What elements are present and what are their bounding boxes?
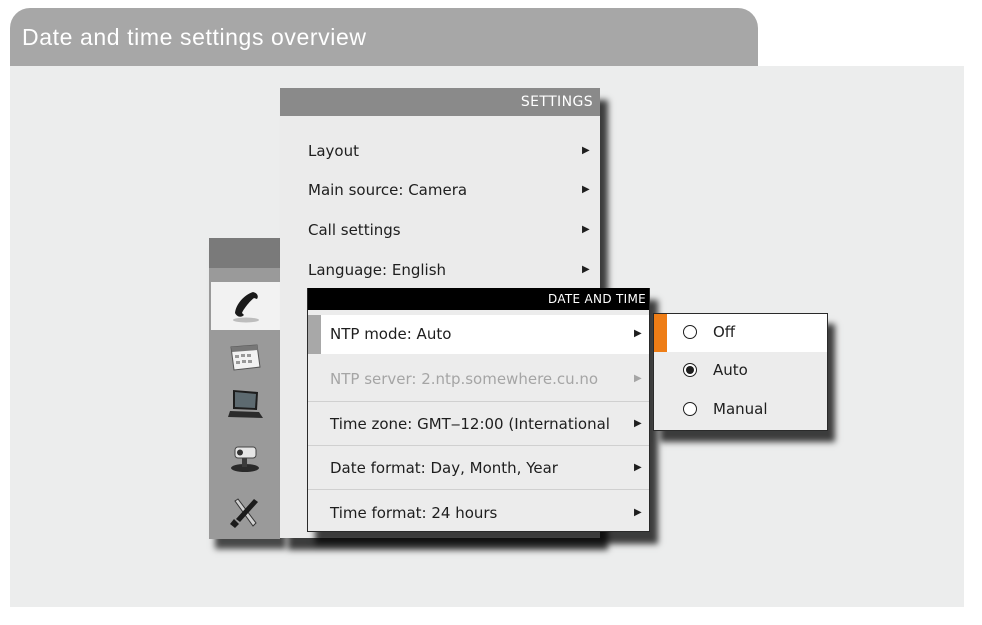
chevron-right-icon: ▶ [634, 328, 642, 339]
menu-item-layout[interactable]: Layout ▶ [280, 133, 600, 171]
menu-item-label: Layout [308, 142, 359, 160]
divider [308, 445, 649, 446]
icon-bar-header [209, 238, 280, 268]
calendar-icon [229, 344, 261, 371]
page-title: Date and time settings overview [22, 24, 367, 50]
option-off[interactable]: Off [654, 314, 827, 352]
focus-indicator [654, 314, 667, 352]
option-auto[interactable]: Auto [654, 352, 827, 390]
option-manual[interactable]: Manual [654, 391, 827, 429]
video-camera-icon [230, 446, 259, 472]
call-tab[interactable] [211, 282, 280, 330]
menu-item-label: Language: English [308, 261, 447, 279]
option-label: Off [713, 323, 736, 341]
chevron-right-icon: ▶ [634, 507, 642, 518]
divider [308, 489, 649, 490]
radio-button-off[interactable] [683, 325, 697, 339]
chevron-right-icon: ▶ [634, 462, 642, 473]
ntp-mode-options: Off Auto Manual [653, 313, 828, 431]
menu-item-label: Time format: 24 hours [330, 504, 498, 522]
menu-item-label: Time zone: GMT‒12:00 (International [330, 415, 610, 433]
settings-tab[interactable] [209, 489, 280, 537]
menu-item-ntp-server: NTP server: 2.ntp.somewhere.cu.no ▶ [308, 360, 649, 399]
menu-item-call-settings[interactable]: Call settings ▶ [280, 212, 600, 250]
chevron-right-icon: ▶ [582, 184, 590, 195]
phone-handset-icon [232, 292, 259, 323]
main-icon-bar [209, 238, 280, 539]
menu-item-ntp-mode[interactable]: NTP mode: Auto ▶ [308, 315, 649, 354]
date-time-menu: DATE AND TIME NTP mode: Auto ▶ NTP serve… [307, 288, 650, 532]
radio-button-auto[interactable] [683, 363, 697, 377]
menu-item-label: Date format: Day, Month, Year [330, 459, 558, 477]
chevron-right-icon: ▶ [634, 373, 642, 384]
tools-icon [229, 498, 258, 528]
menu-item-language[interactable]: Language: English ▶ [280, 252, 600, 290]
presentation-tab[interactable] [209, 380, 280, 428]
date-time-menu-title: DATE AND TIME [308, 288, 649, 310]
menu-item-time-format[interactable]: Time format: 24 hours ▶ [308, 494, 649, 533]
chevron-right-icon: ▶ [582, 224, 590, 235]
camera-tab[interactable] [209, 433, 280, 481]
menu-item-time-zone[interactable]: Time zone: GMT‒12:00 (International ▶ [308, 405, 649, 444]
settings-menu-title: SETTINGS [280, 88, 600, 116]
chevron-right-icon: ▶ [634, 418, 642, 429]
menu-item-label: Call settings [308, 221, 401, 239]
option-label: Auto [713, 361, 748, 379]
chevron-right-icon: ▶ [582, 145, 590, 156]
laptop-icon [227, 390, 263, 418]
menu-item-label: NTP server: 2.ntp.somewhere.cu.no [330, 370, 599, 388]
divider [308, 401, 649, 402]
menu-item-label: Main source: Camera [308, 181, 468, 199]
selection-indicator [308, 315, 321, 354]
menu-item-main-source[interactable]: Main source: Camera ▶ [280, 172, 600, 210]
chevron-right-icon: ▶ [582, 264, 590, 275]
menu-item-date-format[interactable]: Date format: Day, Month, Year ▶ [308, 449, 649, 488]
option-label: Manual [713, 400, 768, 418]
calendar-tab[interactable] [209, 333, 280, 381]
radio-button-manual[interactable] [683, 402, 697, 416]
menu-item-label: NTP mode: Auto [330, 325, 452, 343]
